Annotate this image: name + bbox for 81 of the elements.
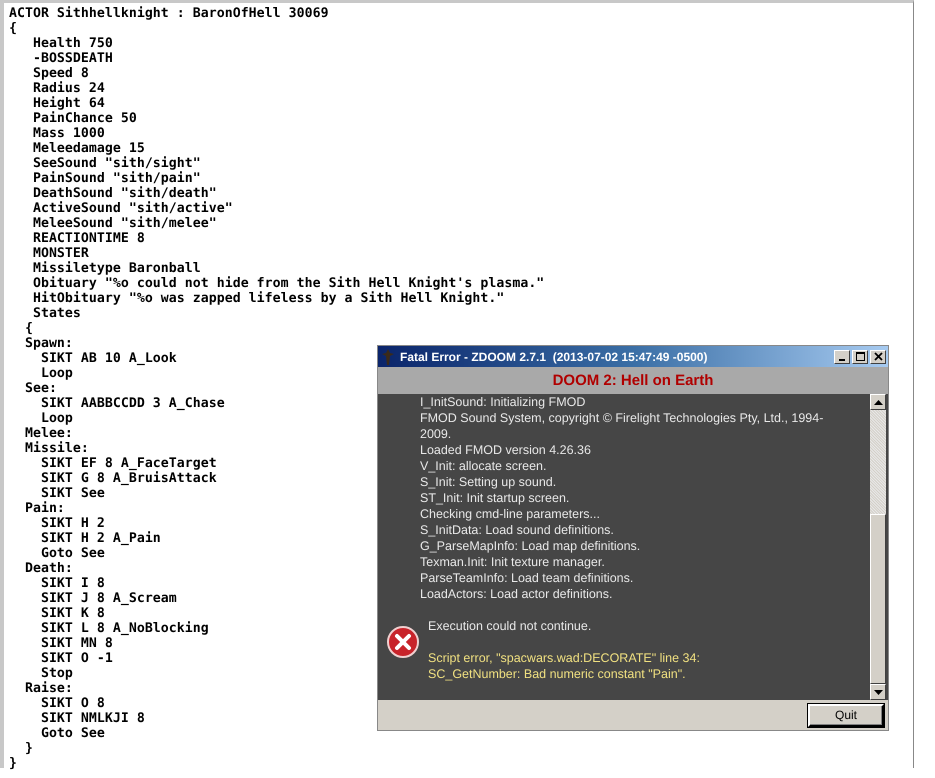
- code-line: Loop: [40, 411, 73, 426]
- maximize-button[interactable]: [852, 350, 868, 364]
- code-line: Loop: [40, 366, 73, 381]
- code-line: SIKT J 8 A_Scream: [40, 591, 177, 606]
- code-line: Radius 24: [32, 81, 105, 96]
- code-line: SIKT L 8 A_NoBlocking: [40, 621, 209, 636]
- code-line: SIKT O -1: [40, 651, 113, 666]
- scroll-down-icon[interactable]: [870, 684, 886, 700]
- code-line: SIKT EF 8 A_FaceTarget: [40, 456, 217, 471]
- code-line: DeathSound "sith/death": [32, 186, 217, 201]
- code-line: {: [9, 21, 17, 36]
- code-line: MeleeSound "sith/melee": [32, 216, 217, 231]
- close-icon: [874, 352, 882, 361]
- code-line: States: [32, 306, 81, 321]
- code-line: SIKT O 8: [40, 696, 105, 711]
- code-line: SIKT H 2: [40, 516, 105, 531]
- log-line: Checking cmd-line parameters...: [420, 506, 601, 522]
- code-line: SeeSound "sith/sight": [32, 156, 201, 171]
- code-line: PainChance 50: [32, 111, 137, 126]
- code-line: SIKT I 8: [40, 576, 105, 591]
- code-line: {: [24, 321, 33, 336]
- close-button[interactable]: [870, 350, 886, 364]
- log-line: G_ParseMapInfo: Load map definitions.: [420, 538, 642, 554]
- code-line: Spawn:: [24, 336, 73, 351]
- error-message: Execution could not continue.: [428, 618, 592, 634]
- minimize-icon: [839, 358, 845, 360]
- maximize-icon: [856, 352, 864, 361]
- code-line: -BOSSDEATH: [32, 51, 113, 66]
- error-detail: Script error, "spacwars.wad:DECORATE" line 34:: [428, 650, 700, 666]
- game-title: DOOM 2: Hell on Earth: [378, 367, 888, 394]
- log-line: FMOD Sound System, copyright © Firelight Technologies Pty, Ltd., 1994-2009.: [420, 410, 824, 442]
- code-line: Missile:: [24, 441, 89, 456]
- scrollbar[interactable]: [870, 394, 886, 700]
- code-line: SIKT H 2 A_Pain: [40, 531, 161, 546]
- code-line: Goto See: [40, 546, 105, 561]
- code-line: Raise:: [24, 681, 73, 696]
- quit-button[interactable]: Quit: [808, 704, 884, 726]
- code-line: Height 64: [32, 96, 105, 111]
- scroll-thumb[interactable]: [870, 514, 886, 684]
- code-line: ACTOR Sithhellknight : BaronOfHell 30069: [9, 6, 329, 21]
- minimize-button[interactable]: [834, 350, 850, 364]
- log-line: Loaded FMOD version 4.26.36: [420, 442, 592, 458]
- window-title: Fatal Error - ZDOOM 2.7.1 (2013-07-02 15:47:49 -0500): [400, 350, 708, 364]
- code-line: REACTIONTIME 8: [32, 231, 145, 246]
- code-line: }: [9, 756, 17, 771]
- log-line: S_Init: Setting up sound.: [420, 474, 558, 490]
- log-line: S_InitData: Load sound definitions.: [420, 522, 615, 538]
- code-line: Goto See: [40, 726, 105, 741]
- log-line: I_InitSound: Initializing FMOD: [420, 394, 586, 410]
- error-detail: SC_GetNumber: Bad numeric constant "Pain".: [428, 666, 687, 682]
- code-line: HitObituary "%o was zapped lifeless by a Sith Hell Knight.": [32, 291, 504, 306]
- log-line: Texman.Init: Init texture manager.: [420, 554, 606, 570]
- code-line: Stop: [40, 666, 73, 681]
- log-line: V_Init: allocate screen.: [420, 458, 548, 474]
- app-icon: [382, 348, 394, 364]
- code-line: Speed 8: [32, 66, 89, 81]
- code-line: ActiveSound "sith/active": [32, 201, 233, 216]
- code-line: Mass 1000: [32, 126, 105, 141]
- code-line: Obituary "%o could not hide from the Sith Hell Knight's plasma.": [32, 276, 544, 291]
- log-line: ST_Init: Init startup screen.: [420, 490, 570, 506]
- log-line: ParseTeamInfo: Load team definitions.: [420, 570, 634, 586]
- error-icon: [387, 626, 419, 658]
- scroll-up-icon[interactable]: [870, 394, 886, 410]
- code-line: Health 750: [32, 36, 113, 51]
- code-line: Melee:: [24, 426, 73, 441]
- code-line: }: [24, 741, 33, 756]
- code-line: SIKT MN 8: [40, 636, 113, 651]
- code-line: PainSound "sith/pain": [32, 171, 201, 186]
- code-line: MONSTER: [32, 246, 89, 261]
- log-line: LoadActors: Load actor definitions.: [420, 586, 614, 602]
- code-line: Meleedamage 15: [32, 141, 145, 156]
- code-line: SIKT AB 10 A_Look: [40, 351, 177, 366]
- code-line: SIKT G 8 A_BruisAttack: [40, 471, 217, 486]
- code-line: SIKT AABBCCDD 3 A_Chase: [40, 396, 225, 411]
- code-line: SIKT NMLKJI 8: [40, 711, 145, 726]
- code-line: SIKT K 8: [40, 606, 105, 621]
- code-line: Death:: [24, 561, 73, 576]
- code-line: SIKT See: [40, 486, 105, 501]
- code-line: See:: [24, 381, 57, 396]
- code-line: Missiletype Baronball: [32, 261, 201, 276]
- code-line: Pain:: [24, 501, 65, 516]
